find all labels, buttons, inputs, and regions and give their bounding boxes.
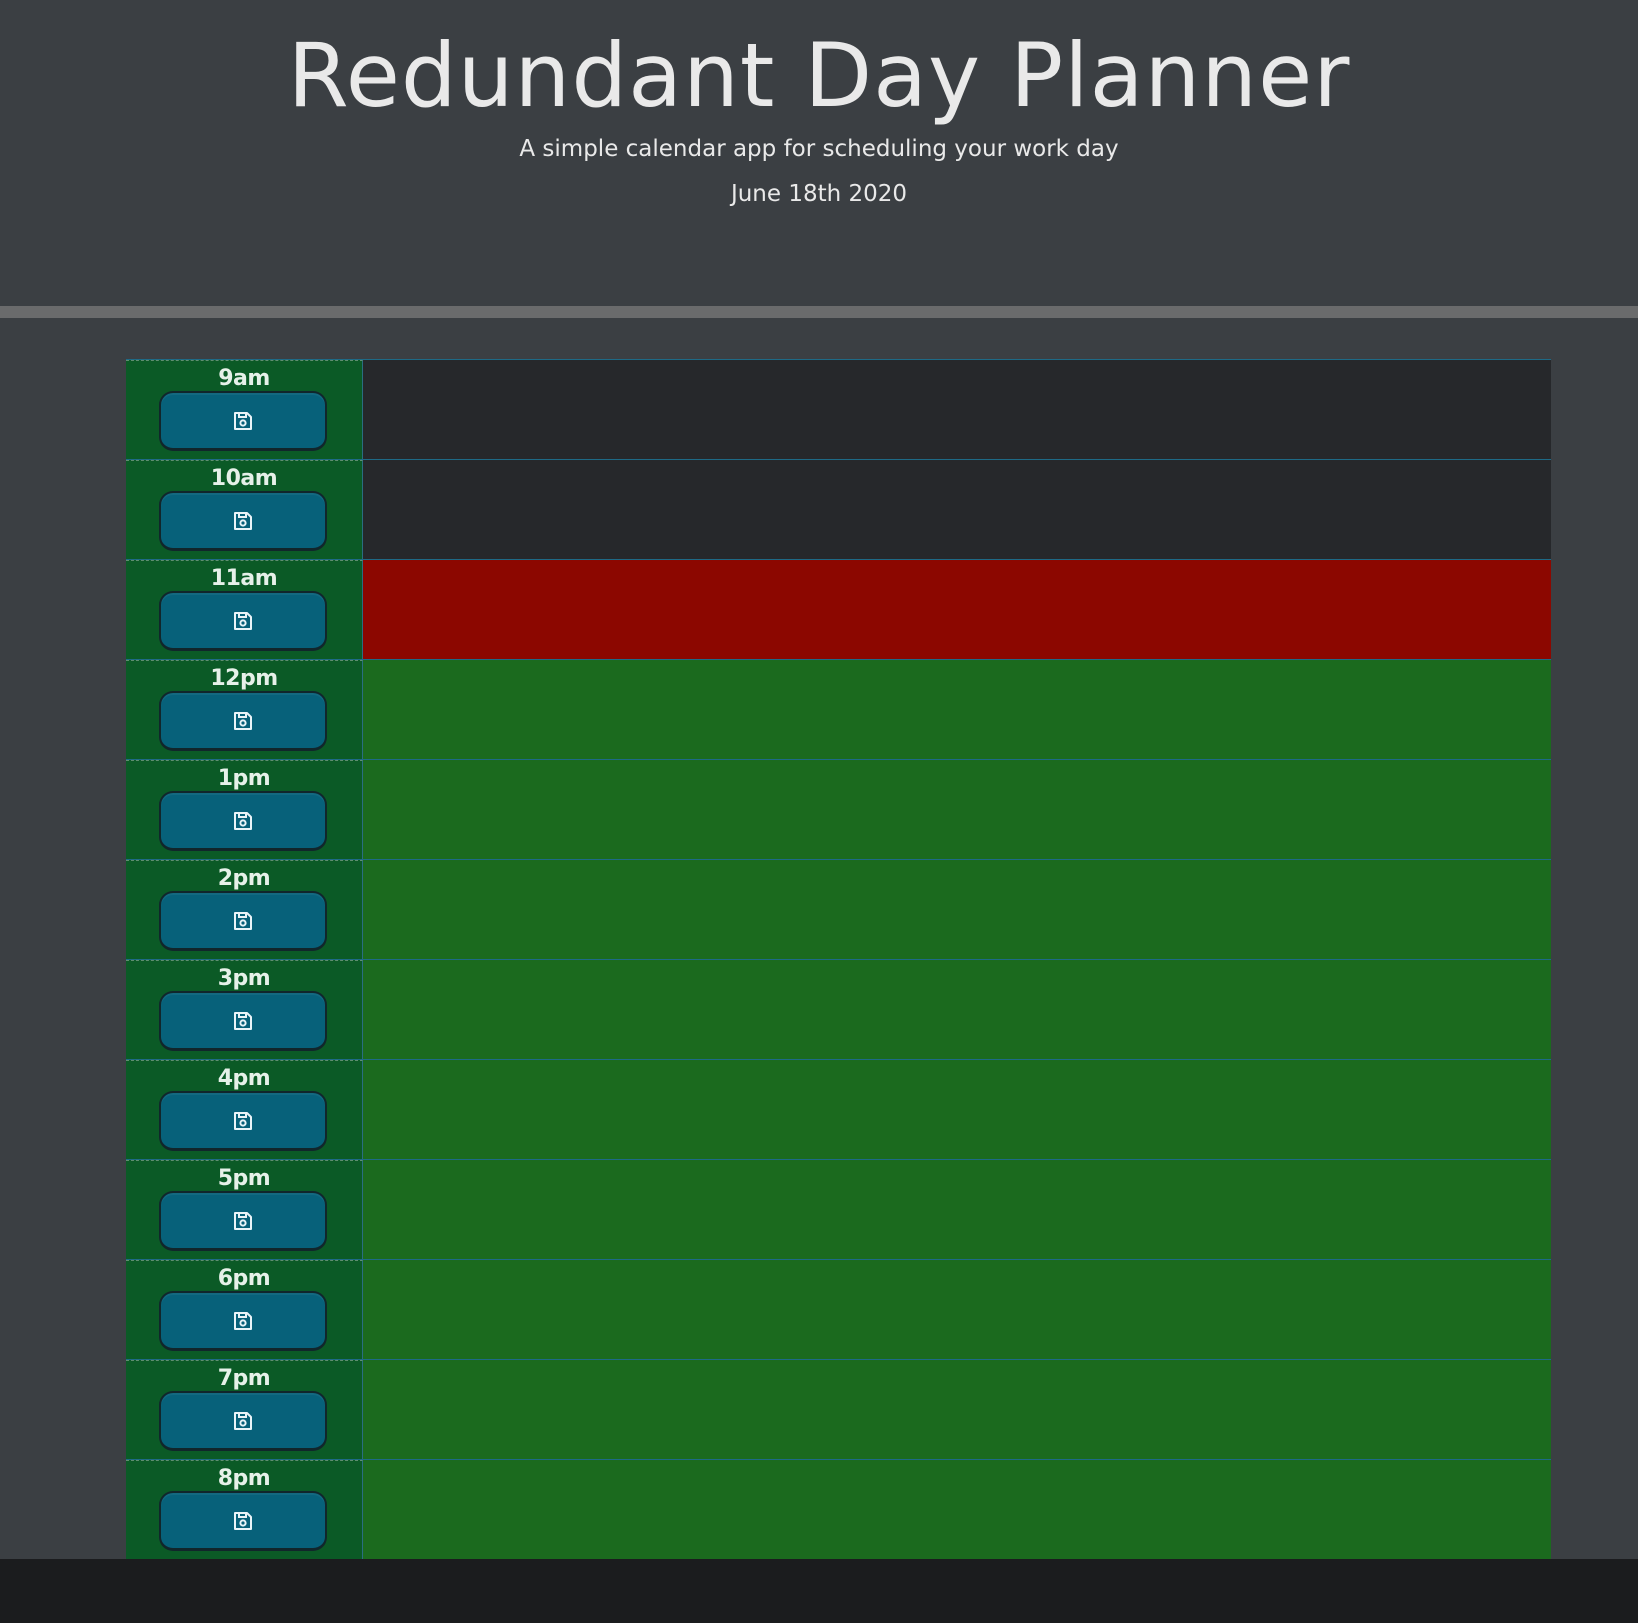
page-footer [0, 1559, 1638, 1623]
hour-column: 7pm [126, 1360, 363, 1459]
hour-label: 12pm [210, 666, 278, 691]
app-subtitle: A simple calendar app for scheduling you… [519, 136, 1119, 162]
floppy-disk-icon [232, 910, 254, 932]
time-block-row: 6pm [126, 1259, 1551, 1359]
hour-label: 2pm [217, 866, 271, 891]
current-date: June 18th 2020 [730, 181, 908, 207]
event-description-future[interactable] [363, 1360, 1551, 1459]
event-description-future[interactable] [363, 860, 1551, 959]
hour-label: 3pm [217, 966, 271, 991]
planner-container: 9am 10am 11am 12pm 1pm 2pm 3pm 4pm 5pm 6pm 7pm 8pm [126, 359, 1551, 1559]
floppy-disk-icon [232, 1410, 254, 1432]
event-description-past[interactable] [363, 460, 1551, 559]
time-block-row: 1pm [126, 759, 1551, 859]
save-button[interactable] [159, 391, 327, 451]
floppy-disk-icon [232, 1510, 254, 1532]
hour-label: 5pm [217, 1166, 271, 1191]
event-description-present[interactable] [363, 560, 1551, 659]
save-button[interactable] [159, 1291, 327, 1351]
time-block-row: 12pm [126, 659, 1551, 759]
floppy-disk-icon [232, 710, 254, 732]
save-button[interactable] [159, 491, 327, 551]
save-button[interactable] [159, 991, 327, 1051]
time-block-row: 9am [126, 359, 1551, 459]
hour-column: 5pm [126, 1160, 363, 1259]
floppy-disk-icon [232, 1310, 254, 1332]
save-button[interactable] [159, 591, 327, 651]
floppy-disk-icon [232, 510, 254, 532]
hour-column: 4pm [126, 1060, 363, 1159]
app-title: Redundant Day Planner [287, 24, 1351, 127]
time-block-row: 10am [126, 459, 1551, 559]
time-block-row: 5pm [126, 1159, 1551, 1259]
event-description-past[interactable] [363, 360, 1551, 459]
hour-label: 4pm [217, 1066, 271, 1091]
hour-column: 11am [126, 560, 363, 659]
page-header: Redundant Day Planner A simple calendar … [0, 0, 1638, 306]
event-description-future[interactable] [363, 1460, 1551, 1559]
time-block-row: 11am [126, 559, 1551, 659]
event-description-future[interactable] [363, 1260, 1551, 1359]
floppy-disk-icon [232, 1210, 254, 1232]
hour-label: 1pm [217, 766, 271, 791]
floppy-disk-icon [232, 410, 254, 432]
time-block-row: 7pm [126, 1359, 1551, 1459]
save-button[interactable] [159, 891, 327, 951]
hour-label: 6pm [217, 1266, 271, 1291]
floppy-disk-icon [232, 610, 254, 632]
hour-column: 2pm [126, 860, 363, 959]
event-description-future[interactable] [363, 1060, 1551, 1159]
floppy-disk-icon [232, 810, 254, 832]
time-block-row: 2pm [126, 859, 1551, 959]
hour-column: 1pm [126, 760, 363, 859]
hour-label: 7pm [217, 1366, 271, 1391]
save-button[interactable] [159, 1091, 327, 1151]
hour-label: 10am [210, 466, 278, 491]
save-button[interactable] [159, 1491, 327, 1551]
save-button[interactable] [159, 791, 327, 851]
save-button[interactable] [159, 691, 327, 751]
floppy-disk-icon [232, 1110, 254, 1132]
hour-column: 8pm [126, 1460, 363, 1559]
event-description-future[interactable] [363, 1160, 1551, 1259]
event-description-future[interactable] [363, 960, 1551, 1059]
event-description-future[interactable] [363, 760, 1551, 859]
hour-label: 9am [218, 366, 270, 391]
hour-column: 9am [126, 360, 363, 459]
time-block-row: 3pm [126, 959, 1551, 1059]
hour-column: 12pm [126, 660, 363, 759]
hour-label: 11am [210, 566, 278, 591]
save-button[interactable] [159, 1391, 327, 1451]
save-button[interactable] [159, 1191, 327, 1251]
hour-column: 3pm [126, 960, 363, 1059]
event-description-future[interactable] [363, 660, 1551, 759]
time-block-row: 4pm [126, 1059, 1551, 1159]
floppy-disk-icon [232, 1010, 254, 1032]
hour-column: 6pm [126, 1260, 363, 1359]
header-divider [0, 306, 1638, 318]
hour-label: 8pm [217, 1466, 271, 1491]
hour-column: 10am [126, 460, 363, 559]
time-block-row: 8pm [126, 1459, 1551, 1559]
